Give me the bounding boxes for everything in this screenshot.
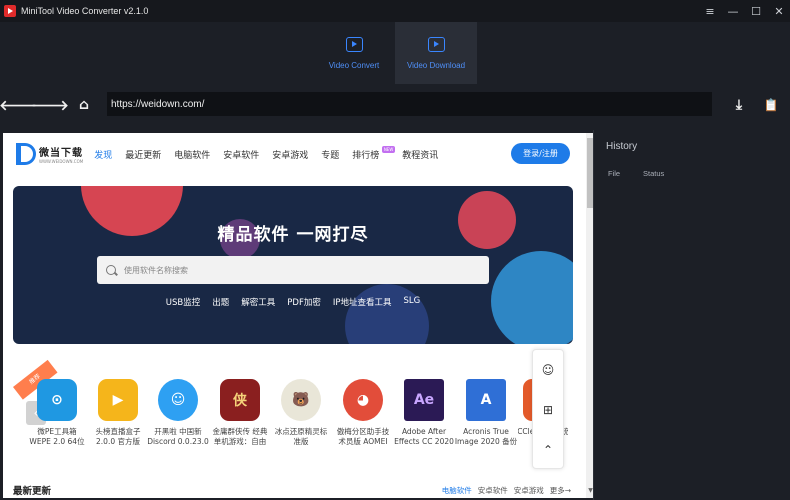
site-nav: 发现 最近更新 电脑软件 安卓软件 安卓游戏 专题 排行榜 NEW 教程资讯 (94, 145, 451, 161)
new-badge: NEW (381, 145, 396, 153)
app-icon: 🐻 (281, 379, 321, 421)
site-nav-item-discover[interactable]: 发现 (94, 148, 112, 161)
site-logo-text: 微当下载 (39, 148, 83, 159)
hero-banner: 精品软件 一网打尽 使用软件名称搜索 USB监控 出题 解密工具 PDF加密 I… (13, 186, 573, 344)
forward-arrow-icon[interactable]: 🡒 (31, 95, 69, 115)
site-nav-item-android-software[interactable]: 安卓软件 (223, 148, 259, 161)
app-icon: ☺ (158, 379, 198, 421)
app-card[interactable]: ⊙ 微PE工具箱 WEPE 2.0 64位 (27, 379, 87, 447)
latest-tab-android-software[interactable]: 安卓软件 (478, 485, 508, 496)
app-name: 金庸群侠传 经典 单机游戏：自由 (212, 427, 268, 446)
app-name: 微PE工具箱 WEPE 2.0 64位 (29, 427, 85, 446)
site-logo[interactable]: 微当下载 WWW.WEIDOWN.COM (16, 143, 83, 165)
site-nav-item-topics[interactable]: 专题 (321, 148, 339, 161)
title-bar: MiniTool Video Converter v2.1.0 ≡ — ☐ ✕ (0, 0, 790, 22)
minimize-button[interactable]: — (722, 0, 744, 22)
history-panel: History File Status (596, 133, 790, 500)
site-logo-subtext: WWW.WEIDOWN.COM (39, 159, 84, 164)
browser-view: 微当下载 WWW.WEIDOWN.COM 发现 最近更新 电脑软件 安卓软件 安… (3, 133, 593, 498)
history-column-file: File (608, 169, 621, 178)
search-icon (106, 265, 116, 275)
site-search-field[interactable]: 使用软件名称搜索 (97, 256, 489, 284)
history-column-status: Status (643, 169, 665, 178)
menu-icon[interactable]: ≡ (699, 0, 721, 22)
close-button[interactable]: ✕ (768, 0, 790, 22)
back-arrow-icon[interactable]: 🡐 (0, 95, 37, 115)
hot-tag[interactable]: USB监控 (166, 296, 200, 308)
search-placeholder: 使用软件名称搜索 (124, 265, 188, 275)
app-card[interactable]: ☺ 开黑啦 中国新 Discord 0.0.23.0 (147, 379, 209, 447)
qrcode-icon[interactable]: ⊞ (533, 390, 563, 430)
hot-tag[interactable]: 出题 (212, 296, 229, 308)
section-title: 最新更新 (13, 486, 52, 497)
app-icon: ⊙ (37, 379, 77, 421)
app-window: MiniTool Video Converter v2.1.0 ≡ — ☐ ✕ … (0, 0, 790, 500)
site-nav-item-label: 排行榜 (352, 150, 380, 161)
app-card[interactable]: Ae Adobe After Effects CC 2020 (394, 379, 454, 447)
scroll-down-arrow-icon[interactable]: ▼ (586, 487, 593, 496)
mode-tabs: Video Convert Video Download (0, 22, 790, 84)
app-name: 冰点还原精灵标 准版 (274, 427, 328, 446)
app-icon: Ae (404, 379, 444, 421)
history-title: History (606, 141, 638, 152)
video-download-icon (427, 36, 445, 52)
hot-tag[interactable]: SLG (403, 296, 420, 308)
site-nav-item-tutorials[interactable]: 教程资讯 (402, 148, 438, 161)
latest-tab-pc[interactable]: 电脑软件 (442, 485, 472, 496)
latest-tabs: 电脑软件 安卓软件 安卓游戏 更多→ (436, 485, 571, 496)
hot-tag[interactable]: PDF加密 (287, 296, 321, 308)
app-card[interactable]: ◕ 傲梅分区助手技 术员版 AOMEI (333, 379, 393, 447)
panel-divider (593, 130, 594, 500)
download-icon[interactable]: ⤓ (729, 95, 749, 115)
browser-nav-bar: 🡐 🡒 ⌂ ⤓ 📋 (0, 84, 790, 127)
app-card[interactable]: 🐻 冰点还原精灵标 准版 (271, 379, 331, 447)
app-name: Adobe After Effects CC 2020 (394, 427, 454, 446)
tab-label: Video Download (406, 60, 466, 70)
app-icon: ▶ (98, 379, 138, 421)
page-scrollbar[interactable]: ▼ (586, 133, 593, 498)
app-name: Acronis True Image 2020 备份 (454, 427, 518, 446)
home-icon[interactable]: ⌂ (74, 95, 94, 115)
app-title: MiniTool Video Converter v2.1.0 (21, 6, 149, 16)
hot-tag[interactable]: IP地址查看工具 (333, 296, 392, 308)
login-register-button[interactable]: 登录/注册 (511, 143, 570, 164)
app-card[interactable]: ▶ 头榜直播盒子 2.0.0 官方版 (88, 379, 148, 447)
weidown-logo-icon (16, 143, 36, 165)
decor-circle (345, 284, 429, 344)
recommended-apps: 推荐 ‹ ⊙ 微PE工具箱 WEPE 2.0 64位 ▶ 头榜直播盒子 2.0.0 … (13, 359, 568, 479)
hot-tags: USB监控 出题 解密工具 PDF加密 IP地址查看工具 SLG (13, 296, 573, 308)
maximize-button[interactable]: ☐ (745, 0, 767, 22)
url-input[interactable] (107, 92, 712, 116)
app-icon: 侠 (220, 379, 260, 421)
hot-tag[interactable]: 解密工具 (241, 296, 275, 308)
latest-updates-header: 最新更新 电脑软件 安卓软件 安卓游戏 更多→ (13, 483, 583, 497)
tab-video-convert[interactable]: Video Convert (313, 22, 395, 84)
site-nav-item-ranking[interactable]: 排行榜 NEW (352, 145, 396, 161)
app-icon: ◕ (343, 379, 383, 421)
floating-toolbar: ☺ ⊞ ⌃ (532, 349, 564, 469)
app-logo-icon (4, 5, 16, 17)
site-header: 微当下载 WWW.WEIDOWN.COM 发现 最近更新 电脑软件 安卓软件 安… (3, 133, 586, 175)
app-card[interactable]: 侠 金庸群侠传 经典 单机游戏：自由 (210, 379, 270, 447)
video-convert-icon (345, 36, 363, 52)
latest-more-link[interactable]: 更多→ (550, 485, 571, 496)
hero-title: 精品软件 一网打尽 (217, 225, 369, 245)
site-nav-item-android-games[interactable]: 安卓游戏 (272, 148, 308, 161)
app-card[interactable]: A Acronis True Image 2020 备份 (454, 379, 518, 447)
site-nav-item-recent[interactable]: 最近更新 (125, 148, 161, 161)
tab-video-download[interactable]: Video Download (395, 22, 477, 84)
clipboard-icon[interactable]: 📋 (761, 95, 781, 115)
back-to-top-icon[interactable]: ⌃ (533, 430, 563, 470)
app-name: 开黑啦 中国新 Discord 0.0.23.0 (147, 427, 209, 446)
latest-tab-android-games[interactable]: 安卓游戏 (514, 485, 544, 496)
feedback-icon[interactable]: ☺ (533, 350, 563, 390)
app-name: 头榜直播盒子 2.0.0 官方版 (95, 427, 141, 446)
site-nav-item-pc-software[interactable]: 电脑软件 (174, 148, 210, 161)
window-controls: ≡ — ☐ ✕ (698, 0, 790, 22)
tab-label: Video Convert (328, 60, 380, 70)
app-name: 傲梅分区助手技 术员版 AOMEI (336, 427, 390, 446)
app-icon: A (466, 379, 506, 421)
